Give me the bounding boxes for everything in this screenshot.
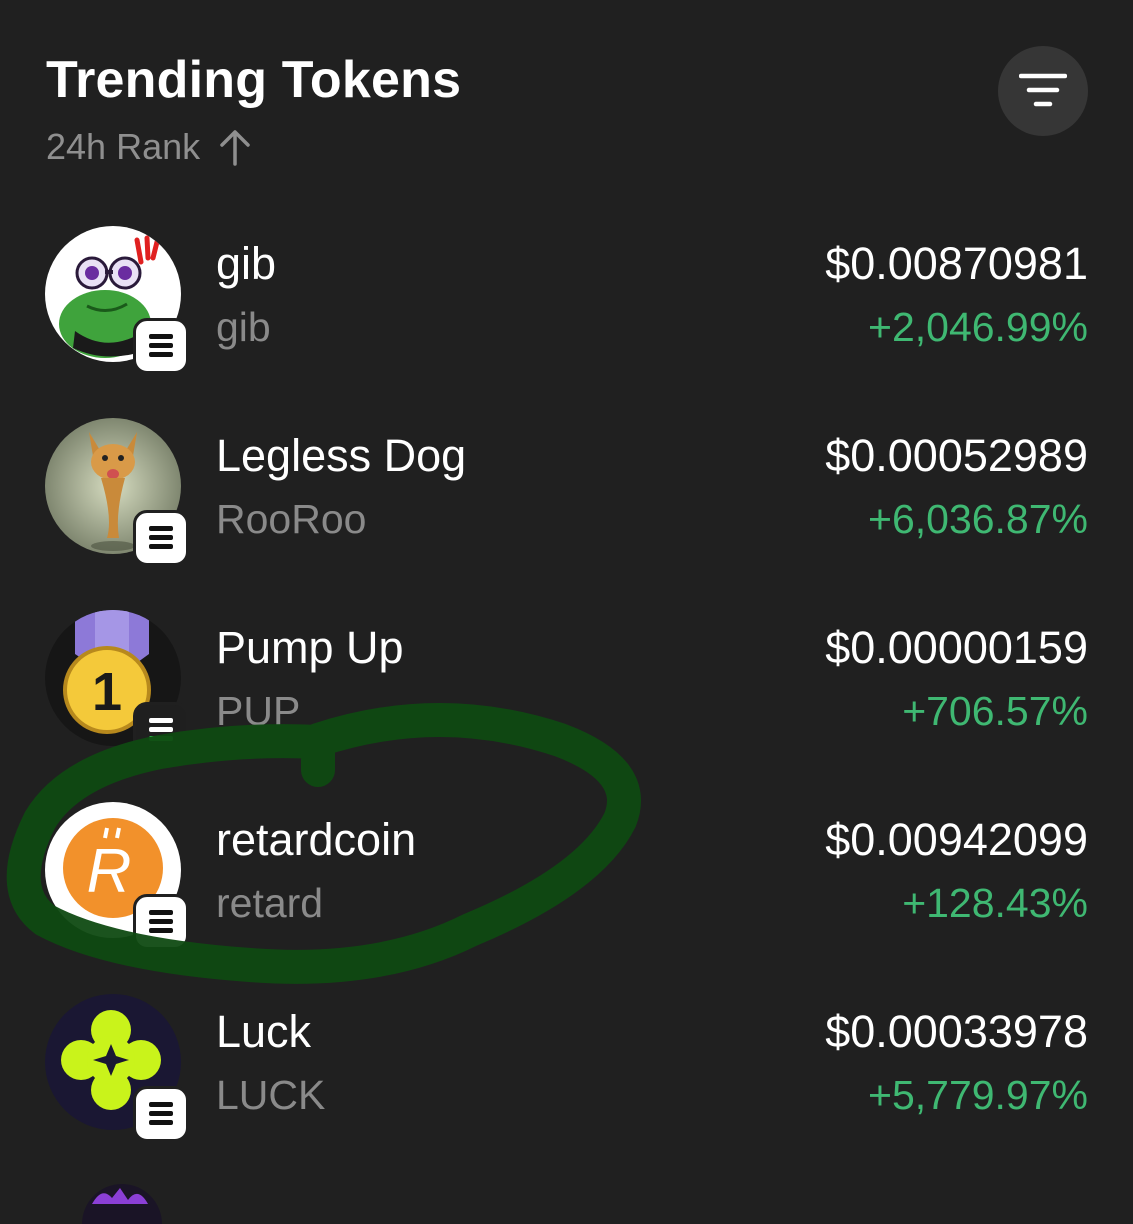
solana-icon: [133, 894, 189, 950]
token-name: Legless Dog: [216, 430, 467, 481]
token-price: $0.00033978: [825, 1006, 1088, 1057]
token-change: +2,046.99%: [868, 304, 1088, 350]
token-symbol: RooRoo: [216, 496, 367, 542]
solana-icon: [133, 510, 189, 566]
token-row-legless-dog[interactable]: Legless Dog RooRoo $0.00052989 +6,036.87…: [0, 418, 1133, 578]
purple-avatar-icon: [92, 1188, 148, 1204]
next-token-avatar-partial: [82, 1184, 162, 1224]
token-price: $0.00870981: [825, 238, 1088, 289]
solana-icon: [133, 1086, 189, 1142]
arrow-up-icon: [220, 130, 250, 166]
filter-button[interactable]: [998, 46, 1088, 136]
page-title: Trending Tokens: [46, 51, 462, 109]
token-row-gib[interactable]: gib gib $0.00870981 +2,046.99%: [0, 226, 1133, 386]
token-row-retardcoin[interactable]: R retardcoin retard $0.00942099 +128.43%: [0, 802, 1133, 962]
token-change: +128.43%: [902, 880, 1088, 926]
filter-lines-icon: [1019, 73, 1067, 107]
medal-number: 1: [92, 662, 122, 722]
token-row-pump-up[interactable]: 1 Pump Up PUP $0.00000159 +706.57%: [0, 610, 1133, 770]
token-price: $0.00000159: [825, 622, 1088, 673]
token-row-luck[interactable]: Luck LUCK $0.00033978 +5,779.97%: [0, 994, 1133, 1154]
solana-icon: [133, 702, 189, 758]
token-symbol: retard: [216, 880, 324, 926]
sort-label: 24h Rank: [46, 126, 201, 167]
token-change: +6,036.87%: [868, 496, 1088, 542]
header: Trending Tokens 24h Rank: [46, 50, 461, 168]
token-symbol: LUCK: [216, 1072, 326, 1118]
token-symbol: PUP: [216, 688, 301, 734]
sort-selector[interactable]: 24h Rank: [46, 126, 461, 168]
token-name: gib: [216, 238, 277, 289]
token-price: $0.00942099: [825, 814, 1088, 865]
token-name: retardcoin: [216, 814, 417, 865]
token-name: Pump Up: [216, 622, 404, 673]
coin-letter: R: [87, 837, 132, 906]
token-symbol: gib: [216, 304, 271, 350]
token-change: +5,779.97%: [868, 1072, 1088, 1118]
token-name: Luck: [216, 1006, 312, 1057]
token-price: $0.00052989: [825, 430, 1088, 481]
solana-icon: [133, 318, 189, 374]
token-change: +706.57%: [902, 688, 1088, 734]
